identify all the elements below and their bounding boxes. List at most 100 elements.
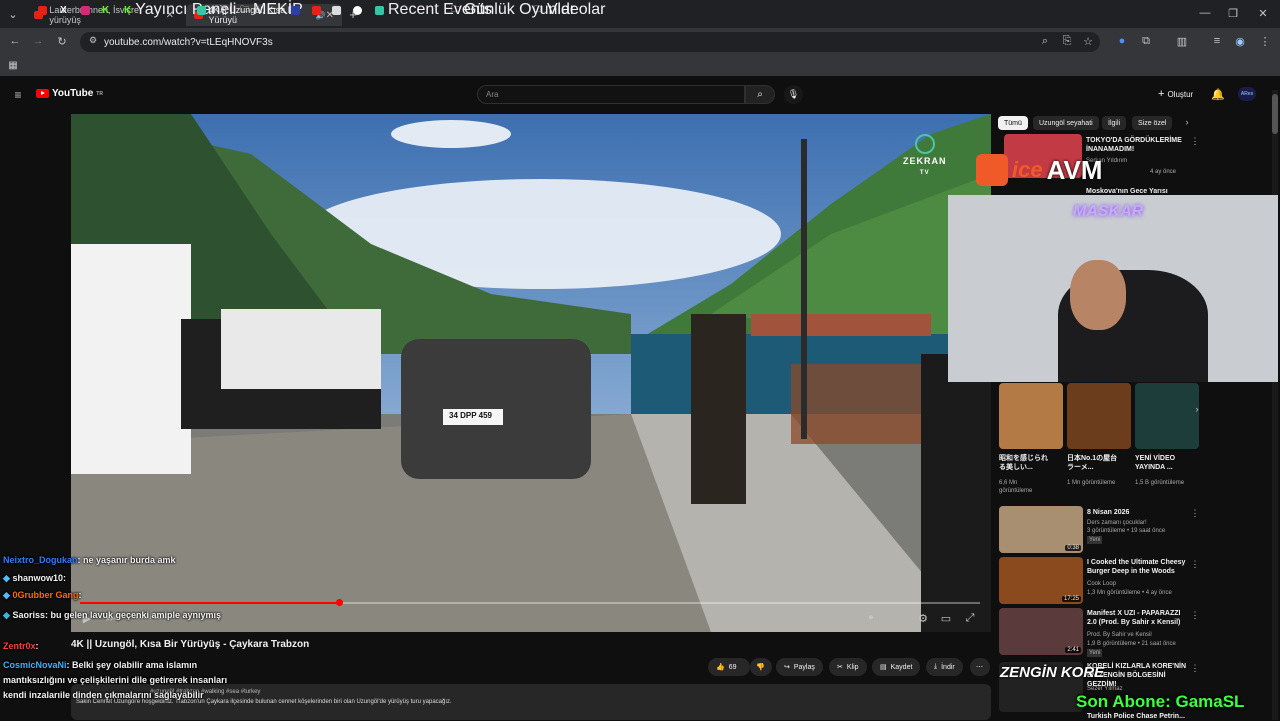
chat-username: Neixtro_Dogukan [3, 555, 78, 565]
chat-message: Zentr0x: [3, 641, 243, 651]
short-title[interactable]: 昭和を感じられる美しい... [999, 454, 1049, 472]
short-title[interactable]: YENİ VİDEO YAYINDA ... [1135, 454, 1187, 472]
duration-badge: 17:25 [1061, 596, 1081, 602]
chat-message: ◆ shanwow10: [3, 573, 243, 584]
bookmark-circle[interactable] [353, 4, 362, 16]
more-vert-icon[interactable]: ⋮ [1188, 559, 1202, 570]
download-button[interactable]: ⤓ İndir [926, 658, 963, 676]
duration-badge: 0:38 [1065, 545, 1081, 551]
more-vert-icon[interactable]: ⋮ [1188, 663, 1202, 674]
sidebar-video-channel: Cook Loop [1087, 581, 1117, 587]
chat-message: ◆ 0Grubber Gang: [3, 590, 243, 601]
chevron-right-icon[interactable]: › [1190, 404, 1204, 414]
theater-mode-icon[interactable]: ▭ [939, 612, 953, 625]
video-thumbnail[interactable]: 17:25 [999, 557, 1083, 604]
youtube-logo[interactable]: YouTube TR [36, 88, 103, 99]
chip-for-you[interactable]: Size özel [1132, 116, 1173, 130]
short-thumbnail[interactable] [999, 383, 1063, 449]
notifications-bell-icon[interactable]: 🔔 [1211, 88, 1225, 101]
clip-button[interactable]: ✂ Klip [829, 658, 867, 676]
download-label: İndir [941, 663, 955, 671]
avatar[interactable]: ARes [1238, 87, 1256, 101]
bookmark-app[interactable] [197, 4, 206, 16]
bookmark-kick[interactable]: K [102, 4, 109, 16]
video-thumbnail[interactable]: 0:38 [999, 506, 1083, 553]
share-button[interactable]: ↪ Paylaş [776, 658, 823, 676]
save-playlist-icon: ▤ [880, 664, 887, 671]
video-thumbnail[interactable]: 2:41 [999, 608, 1083, 655]
sidebar-video-meta: 1,3 Mn görüntüleme • 4 ay önce [1087, 590, 1172, 596]
voice-search-button[interactable]: 🎙 [784, 85, 803, 104]
hamburger-menu-icon[interactable]: ≡ [11, 88, 25, 102]
sidebar-video-title[interactable]: Manifest X UZI - PAPARAZZI 2.0 (Prod. By… [1087, 609, 1187, 627]
like-button[interactable]: 👍 69 [708, 658, 750, 676]
apps-icon[interactable]: ▦ [6, 60, 20, 71]
avatar-label: ARes [1240, 91, 1254, 97]
autoplay-toggle-icon[interactable]: ⏺ [864, 612, 878, 623]
scrollbar-thumb[interactable] [1272, 94, 1278, 134]
more-actions-button[interactable]: ⋯ [970, 658, 990, 676]
sidebar-video-title[interactable]: 8 Nisan 2026 [1087, 508, 1187, 517]
restore-icon[interactable]: ❐ [1226, 7, 1240, 20]
instagram-icon [81, 5, 90, 15]
progress-scrubber[interactable] [336, 599, 343, 606]
new-badge: Yeni [1087, 649, 1103, 657]
forward-icon[interactable]: → [31, 35, 45, 47]
install-icon[interactable]: ⎘ [1060, 35, 1074, 48]
share-label: Paylaş [793, 663, 815, 671]
chip-uzungol[interactable]: Uzungöl seyahati [1033, 116, 1099, 130]
bookmark-blue[interactable] [291, 4, 300, 16]
close-window-icon[interactable]: ✕ [1256, 7, 1270, 20]
bookmark-arrow[interactable]: > [219, 1, 228, 18]
sidepanel-icon[interactable]: ▥ [1175, 35, 1189, 48]
x-icon: X [60, 4, 67, 16]
channel-watermark: ZEKRAN TV [903, 134, 947, 176]
bookmark-instagram[interactable] [81, 4, 90, 16]
profile-icon[interactable]: ◉ [1233, 35, 1247, 48]
reload-icon[interactable]: ↻ [55, 35, 69, 48]
sidebar-video-title[interactable]: I Cooked the Ultimate Cheesy Burger Deep… [1087, 558, 1187, 576]
star-icon[interactable]: ☆ [1081, 35, 1095, 48]
media-icon[interactable]: ≡ [1210, 35, 1224, 47]
tab-search-icon[interactable]: ⌄ [6, 8, 20, 21]
extensions-puzzle-icon[interactable]: ⧉ [1139, 35, 1153, 48]
url-input[interactable]: youtube.com/watch?v=tLEqHNOVF3s [80, 32, 1100, 52]
short-title[interactable]: 日本No.1の屋台ラーメ... [1067, 454, 1119, 472]
bookmark-youtube[interactable] [38, 4, 47, 16]
minimize-icon[interactable]: — [1198, 7, 1212, 19]
more-vert-icon[interactable]: ⋮ [1188, 136, 1202, 147]
chat-message: ◆ Saoriss: bu gelen lavuk geçenki amiple… [3, 608, 243, 623]
more-vert-icon[interactable]: ⋮ [1188, 610, 1202, 621]
zoom-icon[interactable]: ⌕ [1038, 35, 1052, 48]
short-thumbnail[interactable] [1067, 383, 1131, 449]
short-views: 6,6 Mn görüntüleme [999, 480, 1033, 494]
chevron-right-icon[interactable]: › [1180, 117, 1194, 127]
bookmark-youtube-2[interactable] [312, 4, 321, 16]
save-button[interactable]: ▤ Kaydet [872, 658, 921, 676]
bookmark-x[interactable]: X [60, 4, 67, 16]
chip-all[interactable]: Tümü [998, 116, 1028, 130]
site-info-icon[interactable]: ⚙ [86, 35, 100, 46]
menu-icon[interactable]: ⋮ [1258, 35, 1272, 48]
fullscreen-icon[interactable]: ⤢ [963, 612, 977, 625]
chip-label: İlgili [1108, 119, 1121, 127]
dislike-button[interactable]: 👎 [750, 658, 772, 676]
short-thumbnail[interactable] [1135, 383, 1199, 449]
chat-text: : [78, 590, 82, 600]
bookmark-videolar[interactable]: 🗀 Videolar [534, 1, 605, 18]
mic-icon: 🎙 [787, 89, 800, 99]
banner-prefix: ice [1012, 157, 1043, 182]
extension-icon[interactable]: ● [1115, 35, 1129, 47]
create-button[interactable]: + Oluştur [1158, 88, 1193, 100]
chat-username: CosmicNovaNi [3, 660, 67, 670]
gamepad-icon [976, 154, 1008, 186]
back-icon[interactable]: ← [8, 35, 22, 47]
search-button[interactable]: ⌕ [745, 85, 775, 104]
bookmark-image[interactable] [332, 4, 341, 16]
page-scrollbar[interactable] [1272, 90, 1278, 720]
search-input[interactable]: Ara [477, 85, 745, 104]
chip-related[interactable]: İlgili [1102, 116, 1127, 130]
settings-gear-icon[interactable]: ⚙ [916, 612, 930, 625]
more-vert-icon[interactable]: ⋮ [1188, 508, 1202, 519]
progress-bar[interactable] [80, 602, 980, 604]
